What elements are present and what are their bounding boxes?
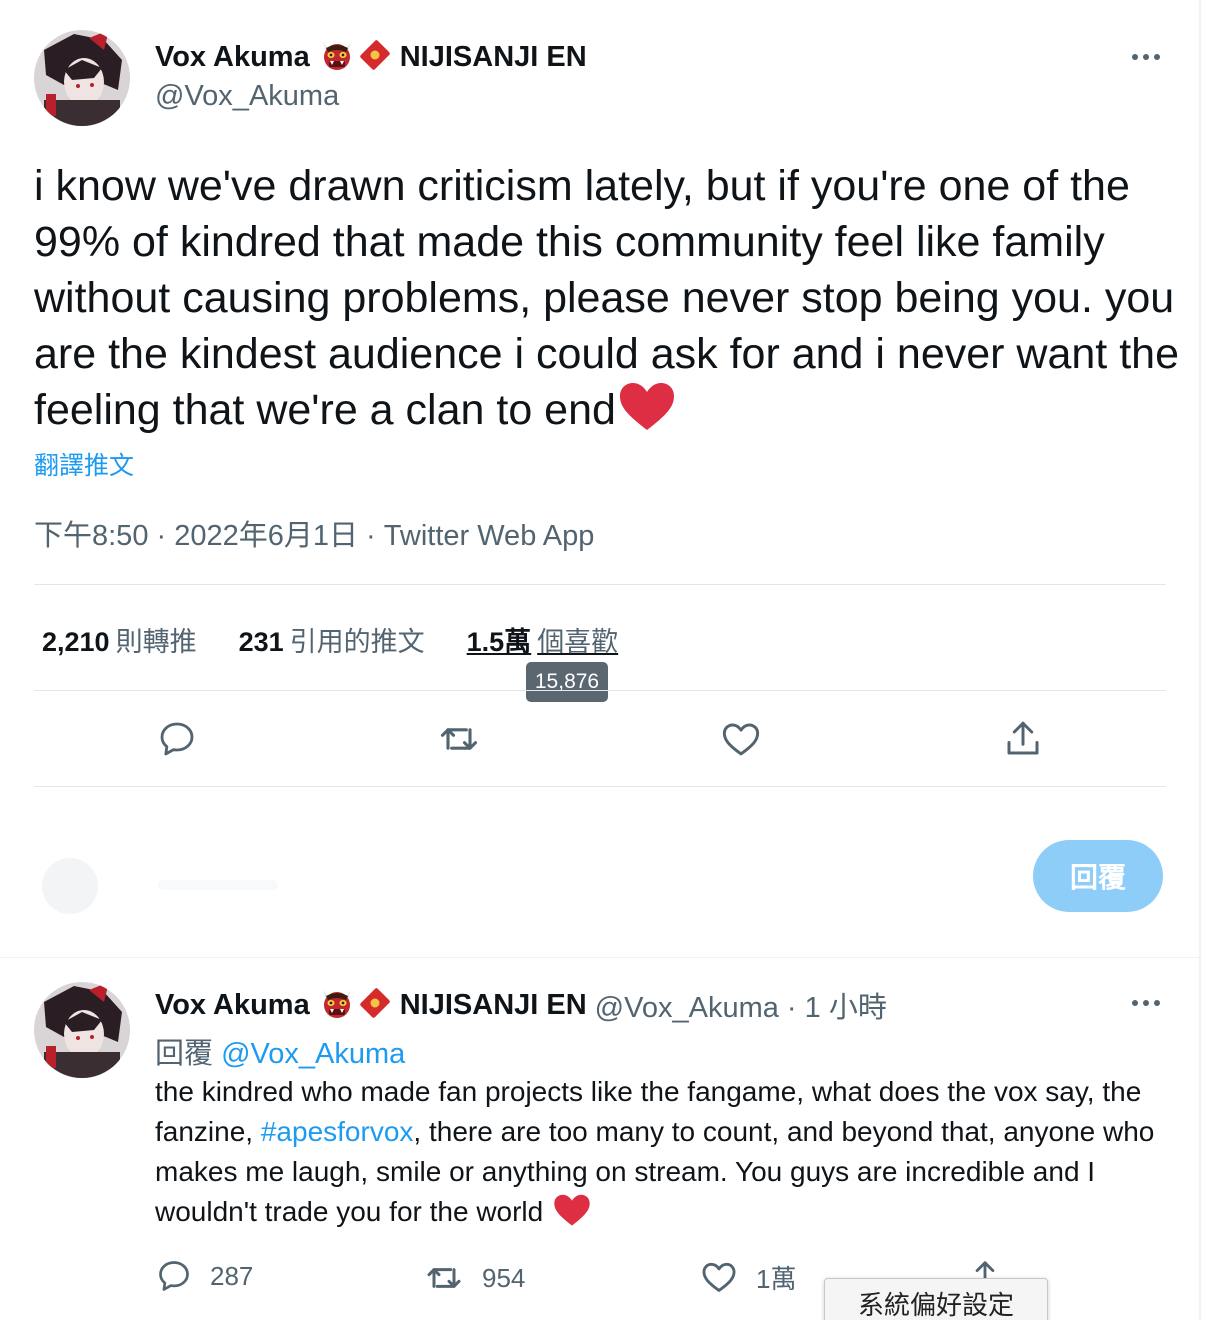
quotes-stat[interactable]: 231 引用的推文: [239, 620, 425, 659]
reply-count: 287: [210, 1260, 254, 1291]
retweet-icon: [440, 728, 478, 750]
author-display-name[interactable]: Vox Akuma: [155, 41, 310, 74]
hashtag-link[interactable]: #apesforvox: [261, 1116, 414, 1147]
reply-submit-button[interactable]: 回覆: [1033, 840, 1163, 912]
translate-tweet-link[interactable]: 翻譯推文: [34, 446, 134, 482]
heart-emoji: [553, 1194, 591, 1238]
system-preferences-tooltip: 系統偏好設定: [824, 1278, 1048, 1320]
section-separator: [0, 940, 1200, 958]
retweet-icon: [427, 1268, 461, 1288]
tweet-detail-card: Vox Akuma NIJISANJI EN @Vox_Akuma i know…: [0, 0, 1200, 1320]
reply-composer[interactable]: [28, 850, 1028, 920]
oni-mask-emoji: [320, 986, 354, 1025]
red-envelope-emoji: [358, 38, 392, 77]
replying-to-mention[interactable]: @Vox_Akuma: [221, 1038, 405, 1070]
retweet-count: 954: [482, 1262, 526, 1293]
reply-reply-action[interactable]: 287: [156, 1258, 253, 1294]
tweet-text: i know we've drawn criticism lately, but…: [34, 158, 1184, 446]
author-handle[interactable]: @Vox_Akuma: [155, 80, 339, 113]
heart-emoji: [618, 382, 676, 446]
reply-tweet-text: the kindred who made fan projects like t…: [155, 1072, 1175, 1238]
tweet-timestamp-source[interactable]: 下午8:50 · 2022年6月1日 · Twitter Web App: [34, 512, 594, 554]
red-envelope-emoji: [358, 986, 392, 1025]
author-avatar[interactable]: [34, 30, 130, 126]
tweet-text-content: i know we've drawn criticism lately, but…: [34, 162, 1179, 434]
replying-to: 回覆 @Vox_Akuma: [155, 1030, 405, 1072]
share-action[interactable]: [998, 714, 1048, 764]
reply-handle-time[interactable]: @Vox_Akuma · 1 小時: [595, 984, 887, 1026]
reply-action[interactable]: [152, 714, 202, 764]
more-icon[interactable]: [1132, 1000, 1160, 1006]
divider: [34, 690, 1166, 691]
reply-like-action[interactable]: 1萬: [700, 1258, 796, 1296]
retweet-action[interactable]: [434, 714, 484, 764]
reply-retweet-action[interactable]: 954: [424, 1258, 525, 1298]
divider: [34, 584, 1166, 585]
like-action[interactable]: [716, 714, 766, 764]
reply-author-name-row[interactable]: Vox Akuma NIJISANJI EN @Vox_Akuma · 1 小時: [155, 984, 887, 1026]
column-border: [1199, 0, 1201, 1320]
author-affiliation[interactable]: NIJISANJI EN: [400, 41, 587, 74]
share-icon: [1007, 721, 1039, 755]
tweet-stats: 2,210 則轉推 231 引用的推文 1.5萬 個喜歡: [42, 620, 660, 659]
reply-author-display-name[interactable]: Vox Akuma: [155, 989, 310, 1022]
likes-count-tooltip: 15,876: [526, 662, 608, 702]
reply-author-avatar[interactable]: [34, 982, 130, 1078]
reply-icon: [159, 1261, 189, 1291]
author-name-row[interactable]: Vox Akuma NIJISANJI EN: [155, 38, 587, 77]
divider: [34, 786, 1166, 787]
likes-stat[interactable]: 1.5萬 個喜歡: [467, 620, 619, 659]
like-count: 1萬: [756, 1263, 797, 1294]
reply-author-affiliation[interactable]: NIJISANJI EN: [400, 989, 587, 1022]
oni-mask-emoji: [320, 38, 354, 77]
more-icon[interactable]: [1132, 54, 1160, 60]
like-icon: [722, 723, 760, 756]
retweets-stat[interactable]: 2,210 則轉推: [42, 620, 197, 659]
replying-prefix: 回覆: [155, 1038, 214, 1070]
like-icon: [702, 1262, 736, 1292]
reply-icon: [160, 722, 194, 756]
